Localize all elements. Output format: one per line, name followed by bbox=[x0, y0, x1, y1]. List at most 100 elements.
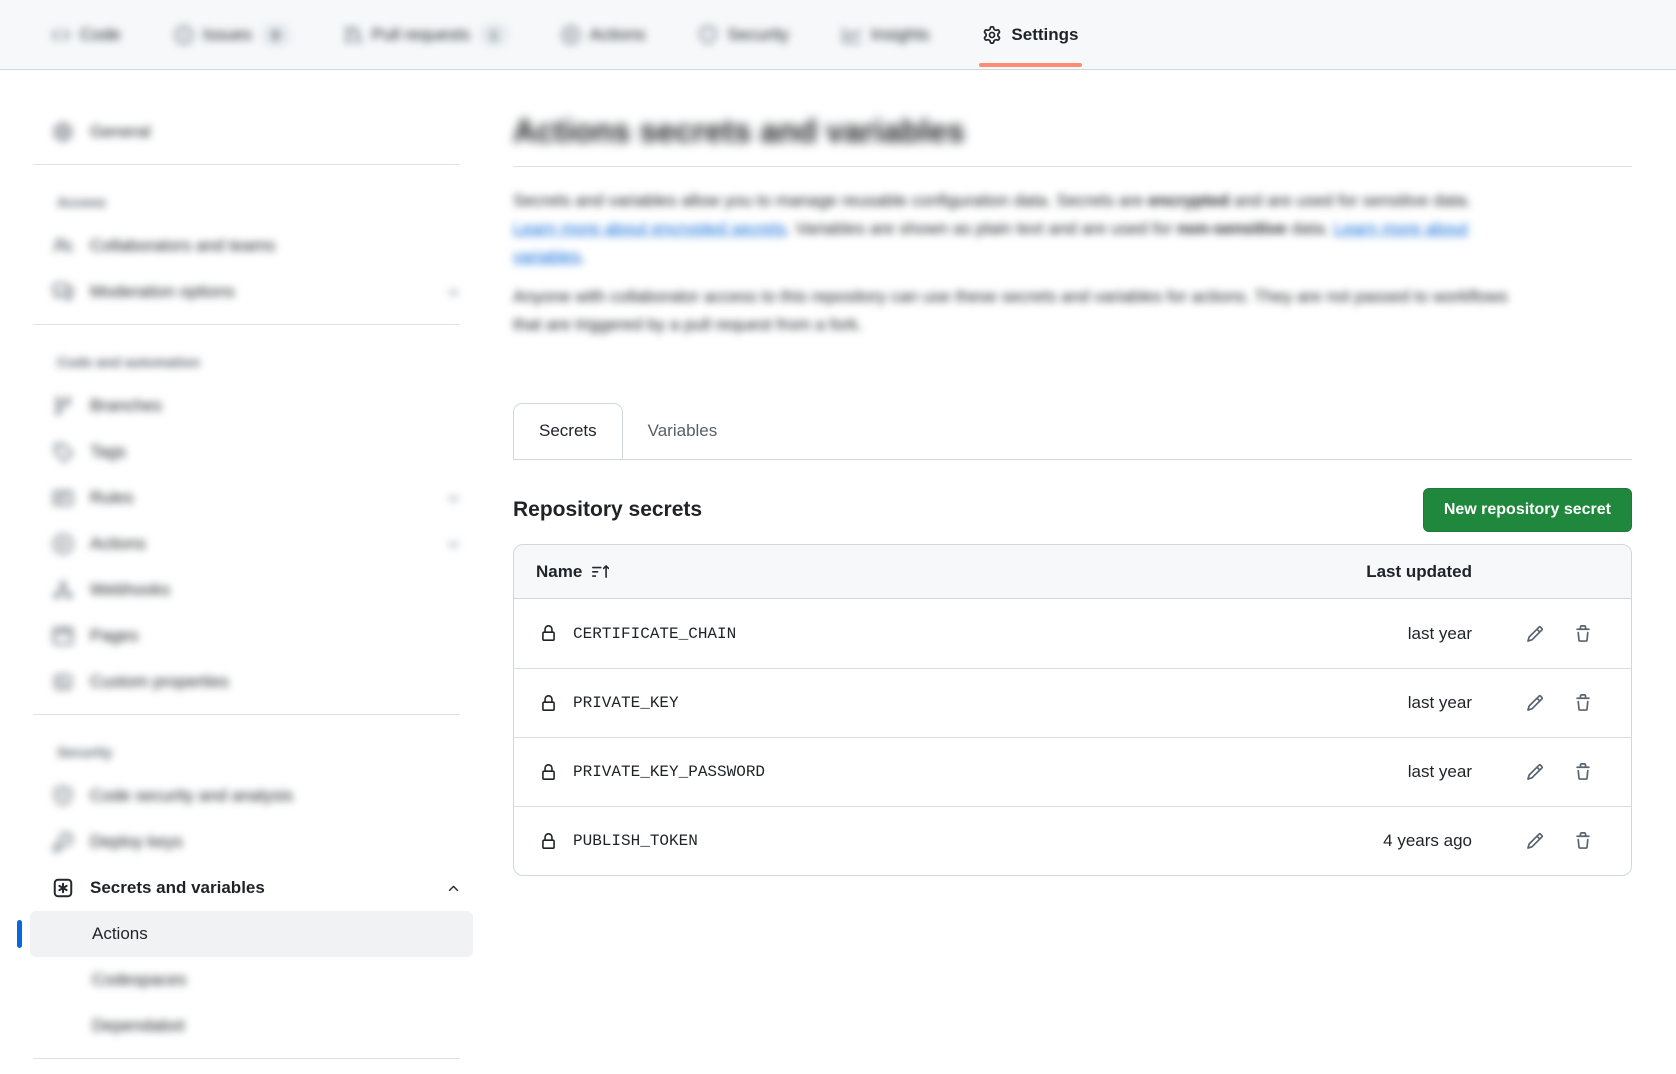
code-icon bbox=[52, 26, 70, 44]
edit-secret-button[interactable] bbox=[1526, 763, 1544, 781]
git-pull-request-icon bbox=[344, 26, 362, 44]
sidebar-item-collaborators[interactable]: Collaborators and teams bbox=[30, 223, 473, 269]
delete-secret-button[interactable] bbox=[1574, 625, 1592, 643]
column-header-last-updated: Last updated bbox=[1342, 562, 1472, 582]
sidebar-item-general[interactable]: General bbox=[30, 109, 473, 155]
secrets-table: Name Last updated CERTIFICATE_CHAIN last… bbox=[513, 544, 1632, 876]
tab-secrets[interactable]: Secrets bbox=[513, 403, 623, 459]
intro-paragraph-2: Anyone with collaborator access to this … bbox=[513, 283, 1518, 339]
sidebar-item-label: Rules bbox=[90, 486, 133, 510]
divider bbox=[33, 164, 460, 165]
pencil-icon bbox=[1526, 832, 1544, 850]
webhook-icon bbox=[53, 580, 73, 600]
row-actions bbox=[1472, 832, 1631, 850]
secrets-table-header: Name Last updated bbox=[514, 545, 1631, 599]
sidebar-item-webhooks[interactable]: Webhooks bbox=[30, 567, 473, 613]
sidebar-item-secrets-codespaces[interactable]: Codespaces bbox=[30, 957, 473, 1003]
sidebar-item-branches[interactable]: Branches bbox=[30, 383, 473, 429]
people-icon bbox=[53, 236, 73, 256]
secret-name-cell: PRIVATE_KEY bbox=[514, 694, 1342, 712]
sidebar-item-tags[interactable]: Tags bbox=[30, 429, 473, 475]
row-actions bbox=[1472, 694, 1631, 712]
tab-issues[interactable]: Issues 8 bbox=[159, 0, 306, 69]
secret-name: CERTIFICATE_CHAIN bbox=[573, 625, 736, 643]
sidebar-item-label: Pages bbox=[90, 624, 138, 648]
sidebar-item-label: Actions bbox=[90, 532, 146, 556]
intro-text: . Variables are shown as plain text and … bbox=[786, 219, 1177, 238]
intro-text: Secrets and variables allow you to manag… bbox=[513, 191, 1148, 210]
intro-text: and are used for sensitive data. bbox=[1229, 191, 1471, 210]
sidebar-item-actions[interactable]: Actions bbox=[30, 521, 473, 567]
repo-nav: Code Issues 8 Pull requests 1 Actions Se… bbox=[0, 0, 1676, 70]
rules-icon bbox=[53, 488, 73, 508]
secret-name: PRIVATE_KEY_PASSWORD bbox=[573, 763, 765, 781]
column-header-name[interactable]: Name bbox=[514, 562, 1342, 582]
pull-requests-count-badge: 1 bbox=[480, 24, 508, 46]
sidebar-item-rules[interactable]: Rules bbox=[30, 475, 473, 521]
tab-insights[interactable]: Insights bbox=[827, 0, 946, 69]
delete-secret-button[interactable] bbox=[1574, 694, 1592, 712]
pencil-icon bbox=[1526, 694, 1544, 712]
sidebar-item-label: Tags bbox=[90, 440, 126, 464]
tab-security[interactable]: Security bbox=[683, 0, 804, 69]
divider bbox=[33, 714, 460, 715]
trash-icon bbox=[1574, 625, 1592, 643]
edit-secret-button[interactable] bbox=[1526, 694, 1544, 712]
divider bbox=[513, 166, 1632, 167]
sidebar-item-moderation-options[interactable]: Moderation options bbox=[30, 269, 473, 315]
play-icon bbox=[562, 26, 580, 44]
sidebar-item-pages[interactable]: Pages bbox=[30, 613, 473, 659]
new-repository-secret-button[interactable]: New repository secret bbox=[1423, 488, 1632, 532]
last-updated-cell: 4 years ago bbox=[1342, 831, 1472, 851]
graph-icon bbox=[843, 26, 861, 44]
tab-settings[interactable]: Settings bbox=[967, 0, 1094, 69]
sidebar-item-secrets-and-variables[interactable]: Secrets and variables bbox=[30, 865, 473, 911]
edit-secret-button[interactable] bbox=[1526, 625, 1544, 643]
pencil-icon bbox=[1526, 625, 1544, 643]
secret-name-cell: CERTIFICATE_CHAIN bbox=[514, 625, 1342, 643]
edit-secret-button[interactable] bbox=[1526, 832, 1544, 850]
tab-code[interactable]: Code bbox=[36, 0, 137, 69]
sidebar-item-secrets-dependabot[interactable]: Dependabot bbox=[30, 1003, 473, 1049]
last-updated-cell: last year bbox=[1342, 624, 1472, 644]
delete-secret-button[interactable] bbox=[1574, 763, 1592, 781]
table-row: PRIVATE_KEY last year bbox=[514, 668, 1631, 737]
sidebar-item-label: Collaborators and teams bbox=[90, 234, 275, 258]
tab-pull-requests-label: Pull requests bbox=[372, 25, 470, 45]
repository-secrets-header: Repository secrets New repository secret bbox=[513, 488, 1632, 532]
key-icon bbox=[53, 832, 73, 852]
link-learn-encrypted-secrets[interactable]: Learn more about encrypted secrets bbox=[513, 219, 786, 238]
table-row: PUBLISH_TOKEN 4 years ago bbox=[514, 806, 1631, 875]
tab-issues-label: Issues bbox=[203, 25, 252, 45]
tab-actions[interactable]: Actions bbox=[546, 0, 662, 69]
table-row: PRIVATE_KEY_PASSWORD last year bbox=[514, 737, 1631, 806]
tab-settings-label: Settings bbox=[1011, 25, 1078, 45]
secret-name: PRIVATE_KEY bbox=[573, 694, 679, 712]
intro-bold-encrypted: encrypted bbox=[1148, 191, 1229, 210]
shield-icon bbox=[699, 26, 717, 44]
page-title: Actions secrets and variables bbox=[513, 112, 1632, 150]
secret-name-cell: PUBLISH_TOKEN bbox=[514, 832, 1342, 850]
sidebar-item-secrets-actions[interactable]: Actions bbox=[30, 911, 473, 957]
lock-icon bbox=[540, 695, 557, 712]
divider bbox=[33, 324, 460, 325]
divider bbox=[33, 1058, 460, 1059]
sidebar-item-custom-properties[interactable]: Custom properties bbox=[30, 659, 473, 705]
last-updated-cell: last year bbox=[1342, 693, 1472, 713]
sidebar-item-label: Actions bbox=[92, 924, 148, 943]
chevron-down-icon bbox=[446, 537, 461, 552]
issues-count-badge: 8 bbox=[262, 24, 290, 46]
git-branch-icon bbox=[53, 396, 73, 416]
tab-pull-requests[interactable]: Pull requests 1 bbox=[328, 0, 524, 69]
sidebar-section-security: Security bbox=[30, 724, 473, 773]
tag-icon bbox=[53, 442, 73, 462]
tab-variables[interactable]: Variables bbox=[623, 403, 743, 459]
tab-actions-label: Actions bbox=[590, 25, 646, 45]
sidebar-section-access: Access bbox=[30, 174, 473, 223]
intro-text: . bbox=[581, 247, 586, 266]
sidebar-item-code-security[interactable]: Code security and analysis bbox=[30, 773, 473, 819]
sidebar-item-deploy-keys[interactable]: Deploy keys bbox=[30, 819, 473, 865]
delete-secret-button[interactable] bbox=[1574, 832, 1592, 850]
sort-ascending-icon bbox=[592, 563, 609, 580]
last-updated-cell: last year bbox=[1342, 762, 1472, 782]
